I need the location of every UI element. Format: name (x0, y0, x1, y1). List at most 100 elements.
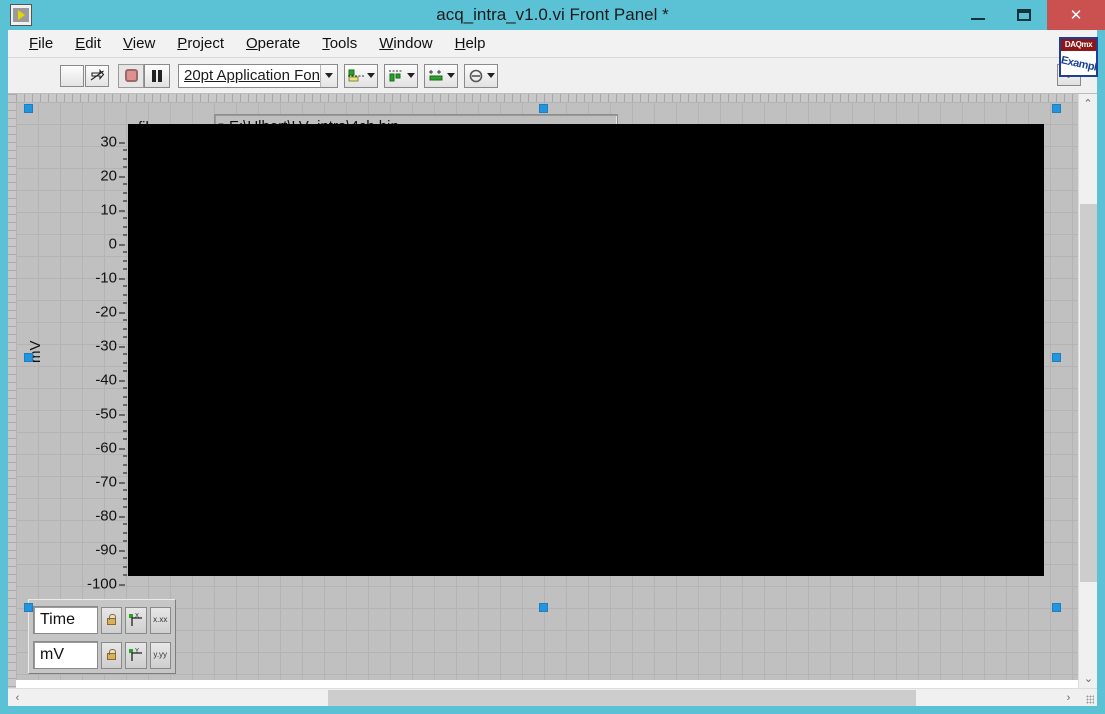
y-tick-label: -80 (95, 507, 125, 525)
x-format-label: x.xx (153, 615, 168, 624)
menu-mnemonic: W (379, 35, 394, 52)
menu-mnemonic: T (322, 35, 330, 52)
y-tick-label: 10 (100, 201, 125, 219)
reorder-button[interactable] (464, 63, 498, 88)
pause-bar-icon (152, 69, 156, 82)
front-panel-canvas[interactable]: file name ⧉ E:\Ulbert\LV_intra\4ch.bin m… (16, 102, 1078, 680)
autoscale-x-icon: X (128, 613, 142, 626)
menu-item-view[interactable]: View (112, 33, 166, 54)
menu-item-help[interactable]: Help (444, 33, 497, 54)
distribute-objects-icon (388, 70, 403, 81)
maximize-icon (1017, 9, 1031, 21)
resize-grip-icon[interactable] (1086, 695, 1094, 704)
y-tick-label: -90 (95, 541, 125, 559)
abort-execution-button[interactable] (118, 63, 144, 88)
lock-autoscale-y-button[interactable] (100, 641, 123, 669)
font-selector-label: 20pt Application Font (184, 67, 320, 84)
run-button[interactable] (60, 64, 84, 87)
svg-text:X: X (135, 613, 139, 619)
vi-icon-bottom-text: Example (1059, 54, 1098, 75)
x-scale-format-button[interactable]: x.xx (149, 606, 171, 634)
y-tick-label: 20 (100, 167, 125, 185)
selection-handle-top-right[interactable] (1052, 104, 1061, 113)
menu-label: ile (38, 35, 54, 52)
minimize-icon (971, 18, 985, 20)
front-panel-area: file name ⧉ E:\Ulbert\LV_intra\4ch.bin m… (8, 94, 1097, 706)
y-tick-label: -10 (95, 269, 125, 287)
autoscale-x-button[interactable]: X (125, 606, 147, 634)
window-buttons: ✕ (955, 0, 1105, 30)
menu-item-edit[interactable]: Edit (64, 33, 112, 54)
menu-mnemonic: P (177, 35, 188, 52)
y-format-label: y.yy (153, 650, 168, 659)
horizontal-scroll-thumb[interactable] (328, 690, 916, 706)
menu-item-operate[interactable]: Operate (235, 33, 311, 54)
lock-autoscale-x-button[interactable] (100, 606, 123, 634)
vertical-scrollbar[interactable]: ⌃ ⌄ (1078, 94, 1097, 688)
run-continuously-button[interactable] (85, 64, 109, 87)
align-objects-icon (347, 69, 364, 81)
y-tick-label: 0 (108, 235, 126, 253)
chevron-down-icon[interactable] (320, 64, 337, 87)
lock-icon (106, 614, 116, 625)
menu-item-file[interactable]: File (18, 33, 64, 54)
menu-label: indow (393, 35, 433, 52)
vi-icon-daqmx-example[interactable]: DAQmx Example (1059, 37, 1098, 77)
y-scale-name[interactable]: mV (33, 641, 98, 669)
menu-mnemonic: O (246, 35, 258, 52)
y-axis-ticks: 30 20 10 0 -10 -20 -30 -40 -50 -60 -70 -… (33, 133, 127, 593)
selection-handle-top-left[interactable] (24, 104, 33, 113)
y-tick-label: -30 (95, 337, 125, 355)
resize-objects-icon (428, 69, 442, 80)
minimize-button[interactable] (955, 0, 1001, 30)
menu-label: elp (465, 35, 486, 52)
x-scale-name[interactable]: Time (33, 606, 98, 634)
menu-label: roject (187, 35, 224, 52)
close-button[interactable]: ✕ (1047, 0, 1105, 30)
align-objects-button[interactable] (344, 63, 378, 88)
selection-handle-top-center[interactable] (539, 104, 548, 113)
scale-legend-row-y: mV Y y.yy (33, 639, 171, 671)
menu-label: iew (132, 35, 156, 52)
resize-objects-button[interactable] (424, 63, 458, 88)
reorder-icon (469, 69, 482, 82)
distribute-objects-button[interactable] (384, 63, 418, 88)
scroll-down-button[interactable]: ⌄ (1079, 669, 1097, 688)
chart-plot-area[interactable] (128, 124, 1044, 576)
pause-button[interactable] (144, 63, 170, 88)
horizontal-scrollbar[interactable]: ‹ › (8, 688, 1097, 706)
y-tick-label: -40 (95, 371, 125, 389)
lock-icon (106, 649, 116, 660)
svg-text:Y: Y (135, 648, 139, 654)
title-bar: acq_intra_v1.0.vi Front Panel * ✕ (0, 0, 1105, 30)
scroll-left-button[interactable]: ‹ (8, 689, 27, 706)
y-scale-format-button[interactable]: y.yy (149, 641, 171, 669)
menu-bar: File Edit View Project Operate Tools Win… (8, 30, 1097, 58)
selection-handle-bottom-left[interactable] (24, 603, 33, 612)
menu-item-project[interactable]: Project (166, 33, 235, 54)
y-tick-label: -100 (86, 575, 126, 593)
selection-handle-bottom-right[interactable] (1052, 603, 1061, 612)
selection-handle-middle-left[interactable] (24, 353, 33, 362)
y-tick-label: -70 (95, 473, 125, 491)
ruler-horizontal (8, 94, 1097, 102)
scroll-right-button[interactable]: › (1059, 689, 1078, 706)
menu-label: ools (329, 35, 358, 52)
font-selector[interactable]: 20pt Application Font (178, 63, 338, 88)
scroll-up-button[interactable]: ⌃ (1079, 94, 1097, 113)
pause-bar-icon (158, 69, 162, 82)
maximize-button[interactable] (1001, 0, 1047, 30)
vertical-scroll-thumb[interactable] (1080, 204, 1097, 582)
chart-scale-legend[interactable]: Time X x.xx mV Y y.yy (28, 599, 176, 674)
selection-handle-bottom-center[interactable] (539, 603, 548, 612)
menu-mnemonic: H (454, 35, 466, 52)
menu-item-tools[interactable]: Tools (311, 33, 368, 54)
run-continuously-icon (90, 68, 104, 80)
menu-item-window[interactable]: Window (368, 33, 443, 54)
waveform-chart[interactable]: mV 30 20 10 0 -10 -20 -30 -40 -50 -60 -7… (27, 124, 1050, 659)
menu-label: perate (257, 35, 301, 52)
autoscale-y-button[interactable]: Y (125, 641, 147, 669)
selection-handle-middle-right[interactable] (1052, 353, 1061, 362)
run-controls (60, 64, 110, 87)
vi-icon-top-text: DAQmx (1061, 39, 1096, 51)
